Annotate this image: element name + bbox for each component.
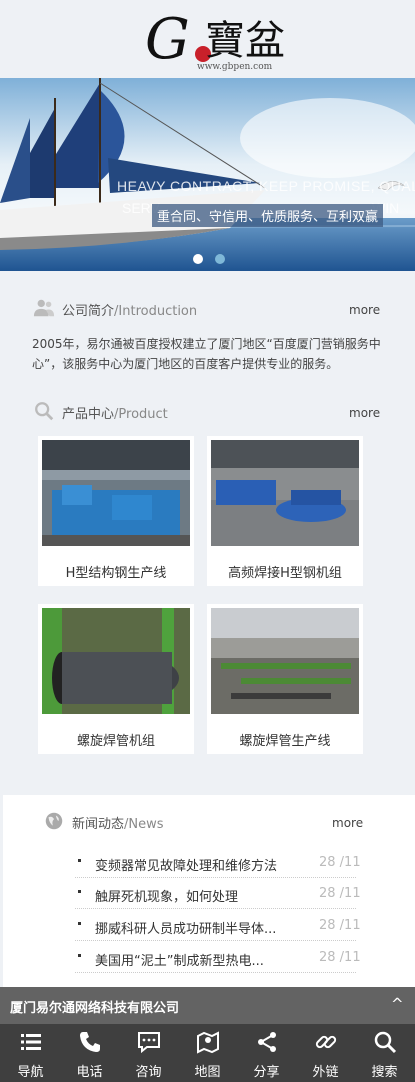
share-icon [258,1032,276,1052]
banner-cn-slogan: 重合同、守信用、优质服务、互利双赢 [152,204,384,227]
product-card[interactable]: 螺旋焊管生产线 [207,604,363,754]
nav-search[interactable]: 搜索 [355,1024,414,1082]
carousel-dot-active[interactable] [193,254,203,264]
news-list-item[interactable]: 触屏死机现象，如何处理 28 /11 [75,880,361,909]
news-item-date: 28 /11 [319,855,361,870]
intro-section-header: 公司简介/Introduction more [0,297,415,321]
phone-icon [80,1032,100,1052]
nav-share[interactable]: 分享 [237,1024,296,1082]
chat-icon [138,1032,160,1054]
logo-url: www.gbpen.com [197,62,273,72]
hero-banner[interactable]: HEAVY CONTRACT, KEEP PROMISE, QUALITY SE… [0,78,415,271]
news-list-item[interactable]: 变频器常见故障处理和维修方法 28 /11 [75,849,361,878]
intro-more-link[interactable]: more [349,303,380,317]
chevron-up-icon[interactable]: ^ [391,995,404,1013]
product-section-header: 产品中心/Product more [0,400,415,424]
news-title: 新闻动态/News [72,817,164,832]
product-caption: 高频焊接H型钢机组 [228,566,342,581]
bottom-nav: 导航 电话 咨询 地图 分享 外链 搜索 [0,1024,415,1082]
news-more-link[interactable]: more [332,816,363,830]
nav-menu[interactable]: 导航 [1,1024,60,1082]
intro-text: 2005年，易尔通被百度授权建立了厦门地区“百度厦门营销服务中心”，该服务中心为… [32,337,381,371]
product-caption: 螺旋焊管生产线 [239,734,331,749]
product-more-link[interactable]: more [349,406,380,420]
nav-chat[interactable]: 咨询 [119,1024,178,1082]
news-item-title: 变频器常见故障处理和维修方法 [95,859,278,874]
nav-phone[interactable]: 电话 [60,1024,119,1082]
product-caption: 螺旋焊管机组 [76,734,155,749]
news-item-date: 28 /11 [319,950,361,965]
intro-title: 公司简介/Introduction [62,304,198,319]
svg-text:G: G [145,7,190,72]
news-item-title: 美国用“泥土”制成新型热电... [95,954,264,969]
product-card[interactable]: 螺旋焊管机组 [38,604,194,754]
svg-text:寶盆: 寶盆 [205,18,285,64]
news-item-title: 挪威科研人员成功研制半导体... [95,922,277,937]
product-image [211,608,359,714]
header: G 寶盆 www.gbpen.com [0,0,415,78]
search-icon [374,1031,397,1054]
news-item-title: 触屏死机现象，如何处理 [95,890,239,905]
product-card[interactable]: H型结构钢生产线 [38,436,194,586]
nav-link[interactable]: 外链 [296,1024,355,1082]
news-item-date: 28 /11 [319,886,361,901]
link-icon [315,1035,337,1049]
product-caption: H型结构钢生产线 [65,566,167,581]
product-card[interactable]: 高频焊接H型钢机组 [207,436,363,586]
news-section-header: 新闻动态/News more [10,810,415,834]
company-bar: 厦门易尔通网络科技有限公司 ^ [0,987,415,1024]
search-icon [35,402,54,421]
globe-icon [45,812,63,830]
product-image [211,440,359,546]
company-name: 厦门易尔通网络科技有限公司 [10,1001,180,1016]
product-image [42,440,190,546]
news-list-item[interactable]: 挪威科研人员成功研制半导体... 28 /11 [75,912,361,941]
product-image [42,608,190,714]
users-icon [33,299,55,317]
banner-en-slogan: HEAVY CONTRACT, KEEP PROMISE, QUALITY [117,178,415,194]
map-icon [197,1031,219,1054]
news-list-item[interactable]: 美国用“泥土”制成新型热电... 28 /11 [75,944,361,973]
sailboat-image [0,78,415,271]
menu-icon [21,1034,41,1050]
nav-map[interactable]: 地图 [178,1024,237,1082]
carousel-dot[interactable] [215,254,225,264]
product-title: 产品中心/Product [62,407,168,422]
news-item-date: 28 /11 [319,918,361,933]
